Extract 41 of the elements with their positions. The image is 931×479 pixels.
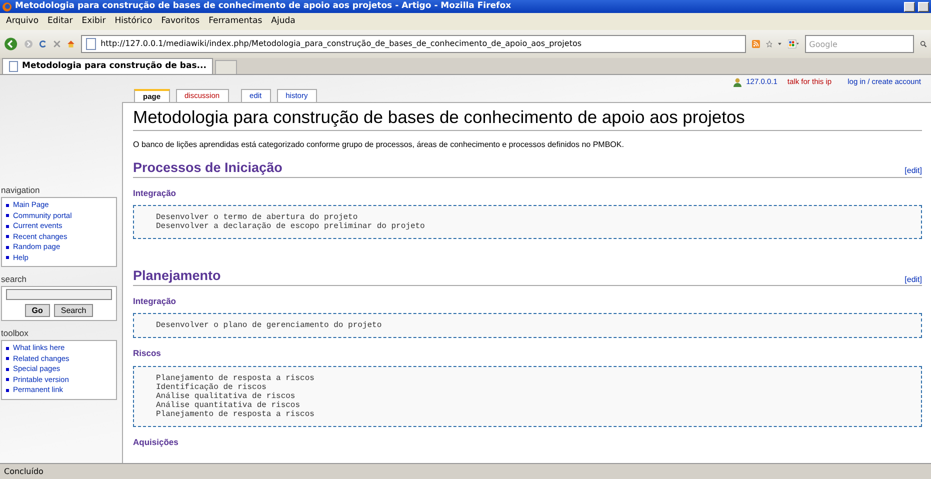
minimize-button[interactable] [904, 2, 915, 12]
restore-button[interactable] [918, 2, 929, 12]
google-icon[interactable] [788, 37, 800, 51]
search-button[interactable]: Search [54, 304, 94, 317]
rss-icon[interactable] [752, 37, 760, 51]
dropdown-icon[interactable] [778, 42, 782, 46]
section-heading: Processos de Iniciação [133, 159, 282, 176]
status-text: Concluído [4, 466, 44, 478]
subsection-heading: Integração [133, 188, 177, 198]
intro-text: O banco de lições aprendidas está categorizado conforme grupo de processos, áreas de conhecimento e processos definidos no PMBOK. [133, 139, 625, 151]
portlet-title: navigation [0, 185, 41, 196]
go-button[interactable]: Go [24, 304, 50, 317]
subsection-heading: Integração [133, 296, 177, 306]
menu-item[interactable]: Arquivo [6, 15, 39, 28]
window-title: Metodologia para construção de bases de conhecimento de apoio aos projetos - Artigo - Mozilla Firefox [15, 0, 512, 13]
section-heading: Planejamento [133, 267, 221, 284]
search-input[interactable] [6, 289, 112, 300]
search-icon[interactable] [920, 38, 927, 50]
page-icon [86, 38, 96, 50]
star-icon[interactable] [766, 38, 772, 50]
code-block: Desenvolver o plano de gerenciamento do projeto [133, 313, 922, 338]
search-field[interactable]: Google [805, 35, 914, 53]
edit-link[interactable]: [edit] [904, 166, 922, 176]
code-block: Desenvolver o termo de abertura do projeto Desenvolver a declaração de escopo preliminar do projeto [133, 205, 922, 240]
page-title: Metodologia para construção de bases de conhecimento de apoio aos projetos [133, 106, 922, 131]
menu-item[interactable]: Ajuda [271, 15, 296, 28]
menu-item[interactable]: Ferramentas [208, 15, 262, 28]
subsection-heading: Riscos [133, 348, 162, 359]
menu-item[interactable]: Editar [48, 15, 73, 28]
firefox-logo-icon [2, 2, 12, 12]
portlet-title: toolbox [0, 328, 30, 339]
page-icon [9, 61, 18, 72]
subsection-heading: Aquisições [133, 436, 180, 447]
menu-item[interactable]: Exibir [82, 15, 106, 28]
edit-link[interactable]: [edit] [904, 274, 922, 284]
user-icon [733, 78, 742, 86]
menu-item[interactable]: Histórico [114, 15, 152, 28]
menu-item[interactable]: Favoritos [161, 15, 200, 28]
browser-tab[interactable]: Metodologia para construção de bas... [2, 58, 214, 74]
code-block: Planejamento de resposta a riscos Identificação de riscos Análise qualitativa de riscos Análise quantitativa de riscos Planejamento de resposta a riscos [133, 366, 922, 427]
portlet-title: search [0, 274, 28, 285]
